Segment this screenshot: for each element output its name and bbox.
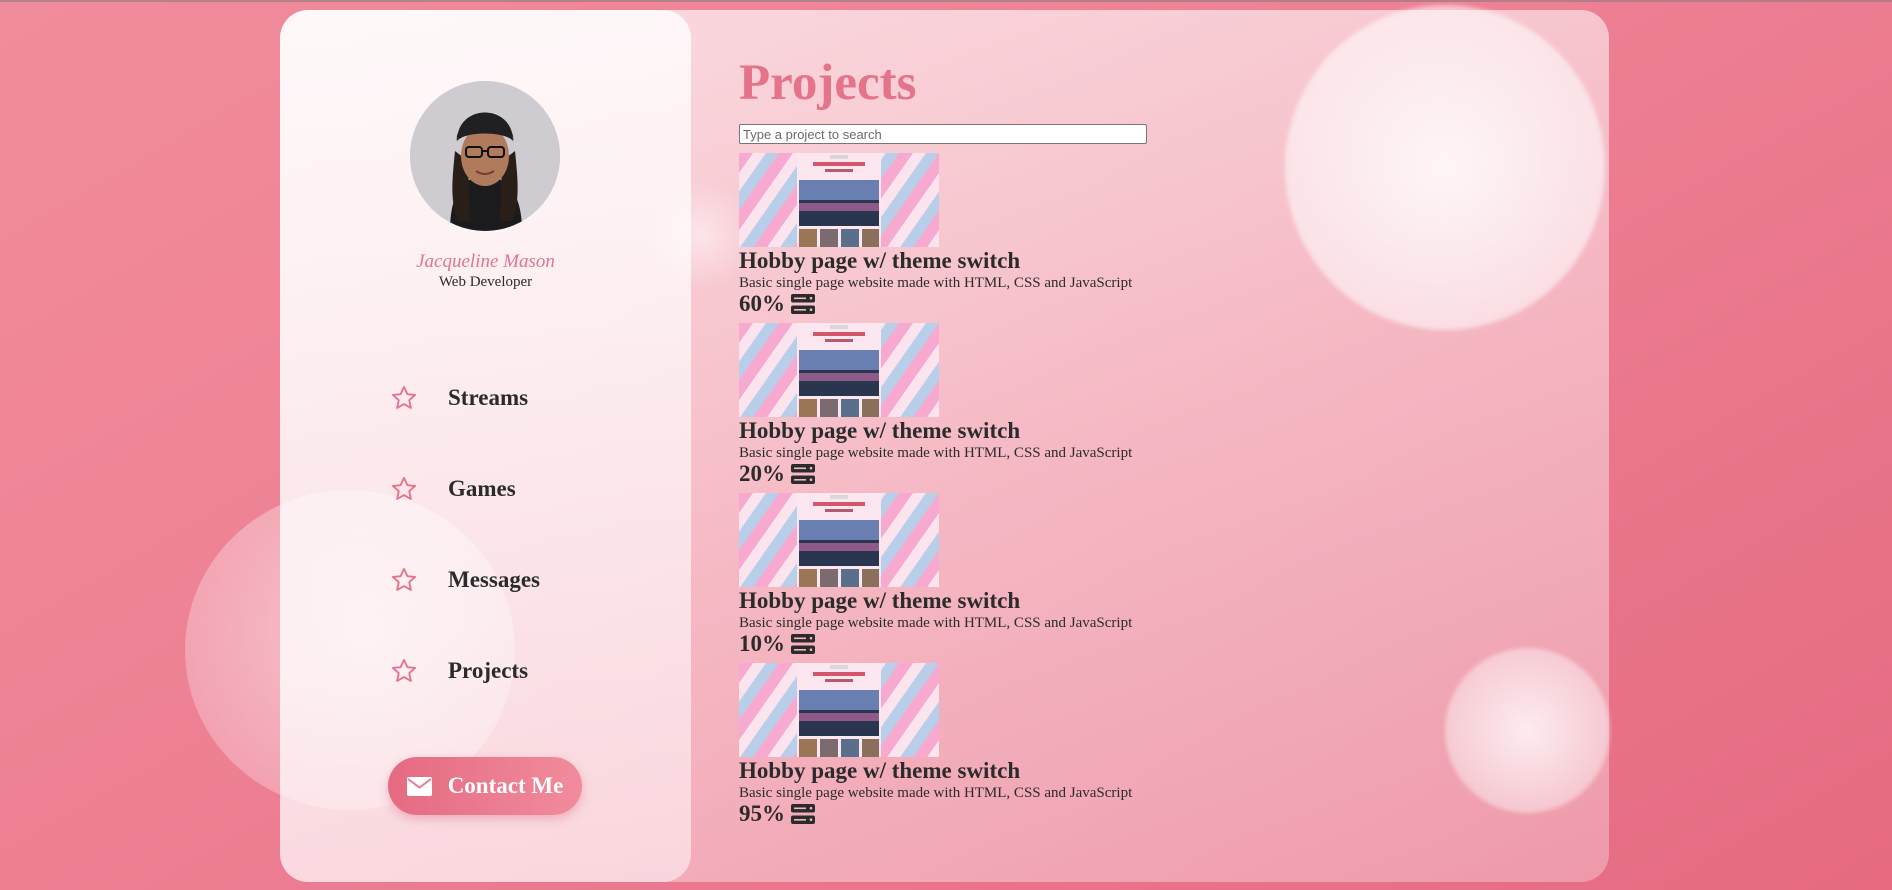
page-title: Projects — [739, 55, 917, 111]
project-description: Basic single page website made with HTML… — [739, 445, 1133, 461]
user-name: Jacqueline Mason — [416, 251, 555, 272]
sidebar-item-label: Messages — [448, 567, 540, 592]
project-thumbnail[interactable] — [739, 663, 939, 757]
sidebar: Jacqueline Mason Web Developer Streams G… — [280, 10, 755, 882]
project-description: Basic single page website made with HTML… — [739, 615, 1133, 631]
sidebar-item-projects[interactable]: Projects — [390, 654, 528, 688]
project-card: Hobby page w/ theme switch Basic single … — [739, 323, 1239, 486]
avatar-photo — [410, 81, 560, 231]
project-progress: 60% — [739, 291, 785, 316]
project-card: Hobby page w/ theme switch Basic single … — [739, 493, 1239, 656]
sidebar-item-label: Streams — [448, 385, 529, 410]
project-title: Hobby page w/ theme switch — [739, 248, 1021, 273]
project-card: Hobby page w/ theme switch Basic single … — [739, 663, 1239, 826]
star-icon — [391, 476, 417, 500]
server-icon — [791, 634, 815, 654]
project-title: Hobby page w/ theme switch — [739, 418, 1021, 443]
sidebar-item-label: Projects — [448, 658, 529, 683]
project-card: Hobby page w/ theme switch Basic single … — [739, 153, 1239, 316]
sidebar-item-label: Games — [448, 476, 516, 501]
project-thumbnail[interactable] — [739, 323, 939, 417]
server-icon — [791, 804, 815, 824]
star-icon — [391, 385, 417, 409]
project-title: Hobby page w/ theme switch — [739, 758, 1021, 783]
search-input[interactable] — [739, 124, 1147, 144]
project-title: Hobby page w/ theme switch — [739, 588, 1021, 613]
contact-me-button[interactable]: Contact Me — [388, 757, 582, 815]
project-progress: 95% — [739, 801, 785, 826]
window-top-border — [0, 0, 1892, 2]
sidebar-item-streams[interactable]: Streams — [390, 381, 528, 415]
contact-me-label: Contact Me — [447, 773, 564, 798]
project-progress: 20% — [739, 461, 785, 486]
project-description: Basic single page website made with HTML… — [739, 785, 1133, 801]
star-icon — [391, 658, 417, 682]
envelope-icon — [406, 776, 432, 796]
sidebar-item-games[interactable]: Games — [390, 472, 516, 506]
star-icon — [391, 567, 417, 591]
project-progress: 10% — [739, 631, 785, 656]
project-thumbnail[interactable] — [739, 493, 939, 587]
glass-panel: Jacqueline Mason Web Developer Streams G… — [280, 10, 1609, 882]
user-role: Web Developer — [438, 274, 533, 290]
avatar — [410, 81, 560, 231]
project-thumbnail[interactable] — [739, 153, 939, 247]
server-icon — [791, 294, 815, 314]
project-description: Basic single page website made with HTML… — [739, 275, 1133, 291]
sidebar-item-messages[interactable]: Messages — [390, 563, 540, 597]
server-icon — [791, 464, 815, 484]
